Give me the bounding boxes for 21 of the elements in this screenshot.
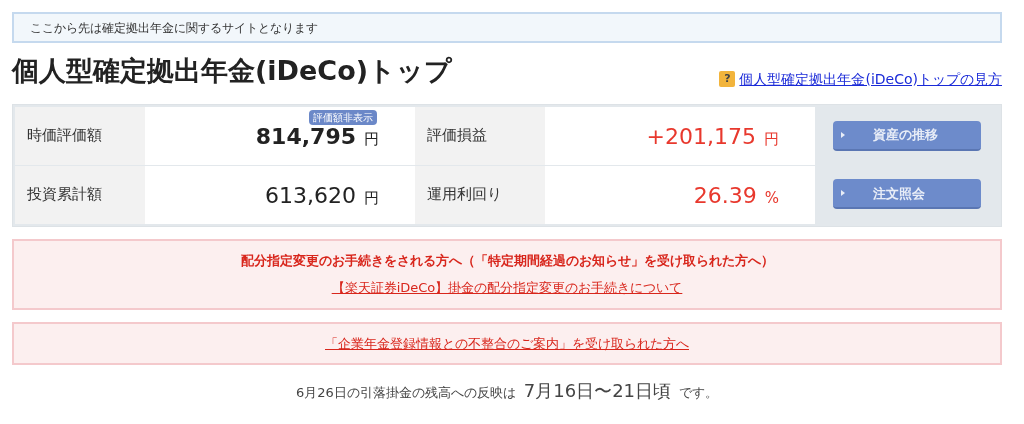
hide-value-toggle[interactable]: 評価額非表示 bbox=[309, 109, 377, 125]
help-link[interactable]: 個人型確定拠出年金(iDeCo)トップの見方 bbox=[739, 68, 1002, 90]
summary-label: 時価評価額 bbox=[15, 106, 145, 165]
footer-note: 6月26日の引落掛金の残高への反映は 7月16日〜21日頃 です。 bbox=[294, 379, 720, 403]
triangle-icon bbox=[841, 190, 845, 197]
summary-value: +201,175 円 bbox=[545, 106, 815, 165]
summary-label: 投資累計額 bbox=[15, 165, 145, 224]
help-icon: ? bbox=[719, 71, 736, 87]
notice-banner: ここから先は確定拠出年金に関するサイトとなります bbox=[12, 12, 1002, 43]
summary-value: 613,620 円 bbox=[145, 165, 415, 224]
alert-link[interactable]: 「企業年金登録情報との不整合のご案内」を受け取られた方へ bbox=[325, 333, 689, 353]
alert-link[interactable]: 【楽天証券iDeCo】掛金の配分指定変更のお手続きについて bbox=[331, 278, 683, 298]
triangle-icon bbox=[841, 131, 845, 138]
summary-label: 運用利回り bbox=[415, 165, 545, 224]
summary-value: 評価額非表示 814,795 円 bbox=[145, 106, 415, 165]
summary-value: 26.39 % bbox=[545, 165, 815, 224]
alert-heading: 配分指定変更のお手続きをされる方へ（「特定期間経過のお知らせ」を受け取られた方へ） bbox=[240, 251, 774, 270]
summary-label: 評価損益 bbox=[415, 106, 545, 165]
nav-button[interactable]: 注文照会 bbox=[833, 179, 981, 210]
nav-button[interactable]: 資産の推移 bbox=[833, 120, 981, 151]
page-title: 個人型確定拠出年金(iDeCo)トップ bbox=[12, 54, 453, 88]
